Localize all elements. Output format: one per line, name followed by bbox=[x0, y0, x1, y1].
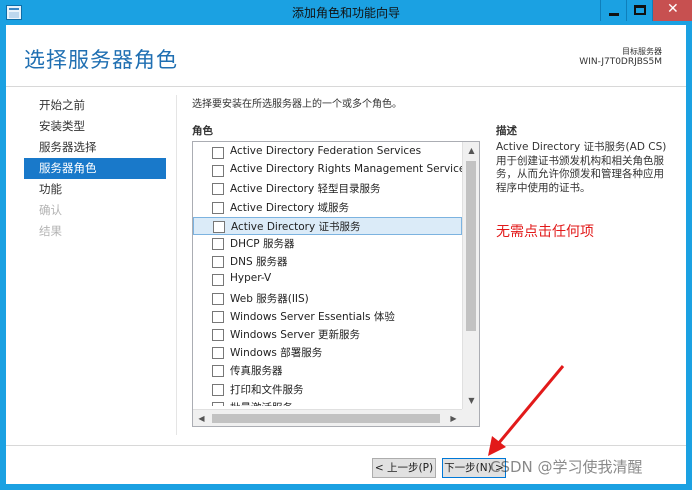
role-checkbox[interactable] bbox=[212, 292, 224, 305]
role-row[interactable]: 传真服务器 bbox=[193, 362, 462, 380]
horizontal-scroll-thumb[interactable] bbox=[212, 414, 440, 423]
description-header: 描述 bbox=[496, 125, 517, 137]
role-checkbox[interactable] bbox=[212, 183, 224, 196]
role-checkbox[interactable] bbox=[212, 238, 224, 250]
role-label: DNS 服务器 bbox=[230, 256, 288, 269]
role-checkbox[interactable] bbox=[212, 365, 224, 378]
minimize-button[interactable] bbox=[600, 0, 626, 21]
role-checkbox[interactable] bbox=[212, 310, 224, 323]
role-row[interactable]: 打印和文件服务 bbox=[193, 381, 462, 399]
window-title: 添加角色和功能向导 bbox=[291, 6, 400, 20]
horizontal-scrollbar[interactable]: ◀ ▶ bbox=[193, 409, 462, 426]
wizard-nav: 开始之前 安装类型 服务器选择 服务器角色 功能确认结果 bbox=[24, 95, 166, 242]
role-row[interactable]: DHCP 服务器 bbox=[193, 235, 462, 253]
role-checkbox[interactable] bbox=[213, 220, 225, 233]
role-row[interactable]: Active Directory Rights Management Servi… bbox=[193, 162, 462, 180]
target-server-name: WIN-J7T0DRJBS5M bbox=[579, 57, 662, 67]
header-divider bbox=[6, 86, 686, 87]
role-checkbox[interactable] bbox=[212, 256, 224, 269]
role-description: Active Directory 证书服务(AD CS) 用于创建证书颁发机构和… bbox=[496, 141, 667, 194]
role-label: Windows Server 更新服务 bbox=[230, 329, 360, 341]
minimize-icon bbox=[609, 13, 619, 16]
nav-item[interactable]: 安装类型 bbox=[24, 116, 166, 137]
role-row[interactable]: Windows 部署服务 bbox=[193, 344, 462, 362]
role-row[interactable]: Windows Server 更新服务 bbox=[193, 326, 462, 344]
role-checkbox[interactable] bbox=[212, 329, 224, 341]
footer-divider bbox=[6, 445, 686, 446]
role-checkbox[interactable] bbox=[212, 383, 224, 396]
role-row[interactable]: Active Directory 证书服务 bbox=[193, 216, 462, 235]
role-row[interactable]: Active Directory Federation Services bbox=[193, 144, 462, 162]
role-checkbox[interactable] bbox=[212, 347, 224, 360]
watermark-text: CSDN @学习使我清醒 bbox=[490, 458, 643, 476]
previous-button[interactable]: < 上一步(P) bbox=[372, 458, 436, 478]
nav-item: 确认 bbox=[39, 203, 62, 217]
nav-divider bbox=[176, 95, 177, 435]
scroll-left-icon[interactable]: ◀ bbox=[193, 410, 210, 426]
role-row[interactable]: DNS 服务器 bbox=[193, 253, 462, 271]
role-label: Active Directory Rights Management Servi… bbox=[230, 163, 462, 176]
role-label: 打印和文件服务 bbox=[230, 383, 304, 396]
role-label: Active Directory 轻型目录服务 bbox=[230, 183, 381, 196]
maximize-icon bbox=[634, 5, 646, 15]
role-label: Web 服务器(IIS) bbox=[230, 292, 309, 305]
role-row[interactable]: Active Directory 轻型目录服务 bbox=[193, 180, 462, 198]
role-row[interactable]: Windows Server Essentials 体验 bbox=[193, 308, 462, 326]
role-row[interactable]: Web 服务器(IIS) bbox=[193, 290, 462, 308]
role-row[interactable]: Hyper-V bbox=[193, 271, 462, 289]
maximize-button[interactable] bbox=[626, 0, 652, 21]
scroll-corner bbox=[462, 409, 479, 426]
vertical-scroll-thumb[interactable] bbox=[466, 161, 476, 331]
instruction-text: 选择要安装在所选服务器上的一个或多个角色。 bbox=[192, 99, 402, 110]
target-server-label: 目标服务器 bbox=[622, 47, 662, 56]
role-row[interactable]: 批量激活服务 bbox=[193, 399, 462, 406]
nav-item: 结果 bbox=[39, 224, 62, 238]
role-label: Active Directory 证书服务 bbox=[231, 220, 361, 233]
scroll-right-icon[interactable]: ▶ bbox=[445, 410, 462, 426]
vertical-scrollbar[interactable]: ▲ ▼ bbox=[462, 142, 479, 409]
close-icon: ✕ bbox=[667, 1, 679, 17]
role-checkbox[interactable] bbox=[212, 274, 224, 287]
role-label: Active Directory 域服务 bbox=[230, 201, 350, 214]
role-label: Active Directory Federation Services bbox=[230, 145, 422, 157]
nav-item[interactable]: 服务器选择 bbox=[24, 137, 166, 158]
roles-listbox[interactable]: Active Directory Federation Services Acti… bbox=[192, 141, 480, 427]
role-checkbox[interactable] bbox=[212, 401, 224, 406]
wizard-client-area: 选择服务器角色 目标服务器 WIN-J7T0DRJBS5M 开始之前 安装类型 服务… bbox=[6, 25, 686, 484]
role-row[interactable]: Active Directory 域服务 bbox=[193, 199, 462, 217]
role-label: DHCP 服务器 bbox=[230, 238, 295, 250]
scroll-down-icon[interactable]: ▼ bbox=[463, 392, 479, 409]
nav-item[interactable]: 服务器角色 bbox=[24, 158, 166, 179]
nav-item[interactable]: 功能 bbox=[24, 179, 166, 200]
wizard-window: 添加角色和功能向导 ✕ 选择服务器角色 目标服务器 WIN-J7T0DRJBS5… bbox=[0, 0, 692, 490]
role-checkbox[interactable] bbox=[212, 147, 224, 159]
role-label: Windows Server Essentials 体验 bbox=[230, 310, 395, 323]
annotation-text: 无需点击任何项 bbox=[496, 224, 594, 240]
page-title: 选择服务器角色 bbox=[24, 48, 178, 72]
role-checkbox[interactable] bbox=[212, 165, 224, 178]
role-label: 批量激活服务 bbox=[230, 400, 293, 406]
role-label: Windows 部署服务 bbox=[230, 347, 323, 360]
nav-item[interactable]: 开始之前 bbox=[24, 95, 166, 116]
roles-list: Active Directory Federation Services Acti… bbox=[193, 142, 462, 406]
role-label: Hyper-V bbox=[230, 272, 272, 285]
roles-header: 角色 bbox=[192, 125, 213, 137]
role-checkbox[interactable] bbox=[212, 201, 224, 214]
role-label: 传真服务器 bbox=[230, 365, 283, 378]
title-bar[interactable]: 添加角色和功能向导 ✕ bbox=[0, 0, 692, 25]
scroll-up-icon[interactable]: ▲ bbox=[463, 142, 479, 159]
close-button[interactable]: ✕ bbox=[652, 0, 692, 21]
